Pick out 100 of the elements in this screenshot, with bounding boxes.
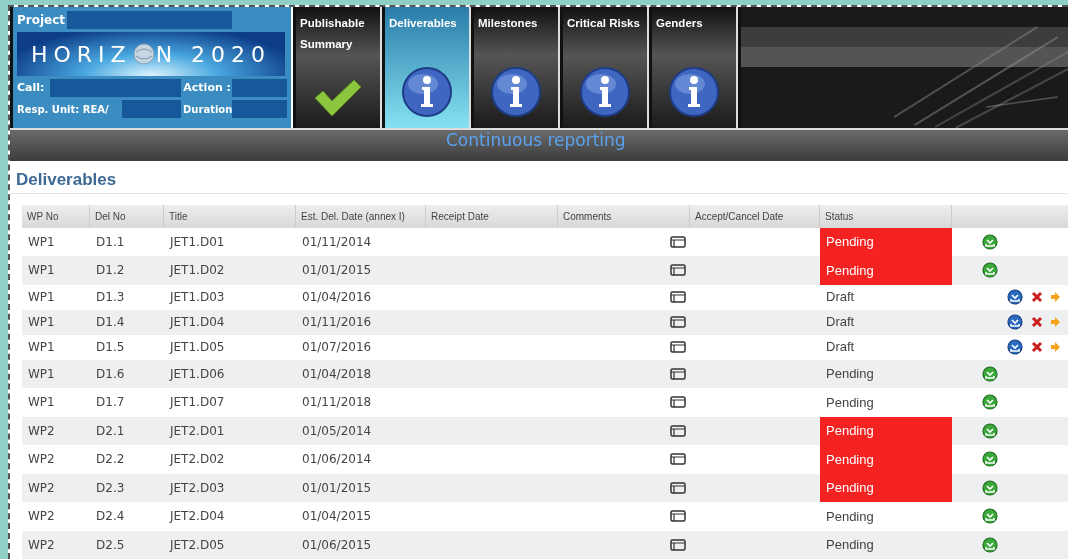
table-cell-text: 01/01/2015 xyxy=(301,262,373,280)
action-label: Action : xyxy=(182,79,232,96)
table-cell-text: D1.1 xyxy=(95,233,126,251)
table-cell-text: D1.4 xyxy=(95,314,126,331)
table-cell-text: WP2 xyxy=(27,508,56,526)
table-cell-text: D2.3 xyxy=(95,479,126,497)
download-icon[interactable] xyxy=(982,262,998,279)
table-cell-text: WP1 xyxy=(27,289,56,306)
table-cell-text: D2.2 xyxy=(95,451,126,469)
comment-icon[interactable] xyxy=(670,264,686,277)
download-icon[interactable] xyxy=(1007,339,1023,355)
download-icon[interactable] xyxy=(982,422,998,439)
download-icon[interactable] xyxy=(982,536,998,553)
table-cell-text: 01/07/2016 xyxy=(301,339,373,356)
table-cell-text: D2.5 xyxy=(95,536,126,554)
comment-icon[interactable] xyxy=(670,316,686,328)
redaction-bar xyxy=(232,79,287,97)
unit-label: Resp. Unit: REA/ xyxy=(17,102,110,117)
tab[interactable]: Publishable Summary xyxy=(296,7,382,128)
column-header[interactable]: WP No xyxy=(22,204,90,228)
table-cell-text: 01/11/2016 xyxy=(301,314,373,331)
download-icon[interactable] xyxy=(982,233,998,250)
delete-icon[interactable] xyxy=(1031,316,1043,328)
download-icon[interactable] xyxy=(1007,314,1023,330)
table-cell-text: 01/06/2014 xyxy=(301,451,373,469)
tab[interactable]: Deliverables xyxy=(385,7,471,128)
table-cell-text: JET1.D04 xyxy=(168,314,226,331)
table-cell-text: JET1.D02 xyxy=(168,262,226,280)
project-label: Project xyxy=(17,12,66,29)
column-header[interactable]: Comments xyxy=(558,204,690,228)
table-cell-text: 01/05/2014 xyxy=(301,422,373,440)
table-cell-text: 01/04/2016 xyxy=(301,289,373,306)
status-cell-text: Draft xyxy=(825,338,856,357)
status-cell: Pending xyxy=(820,445,952,474)
comment-icon[interactable] xyxy=(670,424,686,437)
column-header[interactable]: Del No xyxy=(90,204,164,228)
download-icon[interactable] xyxy=(982,479,998,496)
table-cell-text: WP1 xyxy=(27,394,56,412)
tab[interactable]: Genders xyxy=(652,7,738,128)
table-cell-text: D1.6 xyxy=(95,365,126,383)
table-cell-text: JET2.D03 xyxy=(168,479,226,497)
table-cell-text: WP2 xyxy=(27,536,56,554)
status-cell-text: Draft xyxy=(825,313,856,332)
table-cell-text: JET1.D01 xyxy=(168,233,226,251)
table-cell-text: JET1.D05 xyxy=(168,339,226,356)
column-header[interactable]: Status xyxy=(820,204,952,228)
column-header[interactable]: Receipt Date xyxy=(426,204,558,228)
table-cell-text: WP1 xyxy=(27,339,56,356)
table-cell-text: 01/11/2014 xyxy=(301,233,373,251)
delete-icon[interactable] xyxy=(1031,341,1043,353)
comment-icon[interactable] xyxy=(670,367,686,380)
delete-icon[interactable] xyxy=(1031,291,1043,303)
info-icon xyxy=(490,66,542,118)
table-cell-text: WP2 xyxy=(27,422,56,440)
status-cell: Pending xyxy=(820,227,952,256)
table-cell-text: WP1 xyxy=(27,365,56,383)
status-cell-text: Pending xyxy=(825,365,875,383)
table-cell-text: JET2.D01 xyxy=(168,422,226,440)
status-cell: Pending xyxy=(820,416,952,445)
download-icon[interactable] xyxy=(982,508,998,525)
logo-text: HORIZ xyxy=(30,40,132,69)
table-cell-text: JET2.D04 xyxy=(168,508,226,526)
table-cell-text: 01/11/2018 xyxy=(301,394,373,412)
table-cell-text: WP1 xyxy=(27,314,56,331)
comment-icon[interactable] xyxy=(670,235,686,248)
section-title: Deliverables xyxy=(16,170,117,189)
subtitle: Continuous reporting xyxy=(446,130,626,150)
comment-icon[interactable] xyxy=(670,341,686,353)
comment-icon[interactable] xyxy=(670,291,686,303)
comment-icon[interactable] xyxy=(670,538,686,551)
table-cell-text: D1.7 xyxy=(95,394,126,412)
comment-icon[interactable] xyxy=(670,396,686,409)
table-cell-text: 01/04/2018 xyxy=(301,365,373,383)
table-cell-text: JET1.D07 xyxy=(168,394,226,412)
tab[interactable]: Milestones xyxy=(474,7,560,128)
download-icon[interactable] xyxy=(982,451,998,468)
column-header[interactable]: Est. Del. Date (annex I) xyxy=(296,204,426,228)
comment-icon[interactable] xyxy=(670,510,686,523)
comment-icon[interactable] xyxy=(670,481,686,494)
table-cell-text: D1.2 xyxy=(95,262,126,280)
download-icon[interactable] xyxy=(1007,289,1023,305)
comment-icon[interactable] xyxy=(670,453,686,466)
table-cell-text: WP2 xyxy=(27,479,56,497)
check-icon xyxy=(313,78,363,118)
globe-icon xyxy=(131,42,156,66)
status-cell-text: Pending xyxy=(825,393,875,412)
download-icon[interactable] xyxy=(982,394,998,411)
table-cell-text: WP2 xyxy=(27,451,56,469)
table-cell-text: D2.1 xyxy=(95,422,126,440)
table-cell-text: 01/06/2015 xyxy=(301,536,373,554)
tab[interactable]: Critical Risks xyxy=(563,7,649,128)
column-header[interactable]: Title xyxy=(164,204,296,228)
table-cell-text: 01/01/2015 xyxy=(301,479,373,497)
table-cell-text: D1.3 xyxy=(95,289,126,306)
table-cell-text: WP1 xyxy=(27,233,56,251)
table-cell-text: WP1 xyxy=(27,262,56,280)
column-header[interactable]: Accept/Cancel Date xyxy=(690,204,820,228)
table-cell-text: 01/04/2015 xyxy=(301,508,373,526)
redaction-bar xyxy=(232,100,287,118)
download-icon[interactable] xyxy=(982,365,998,382)
